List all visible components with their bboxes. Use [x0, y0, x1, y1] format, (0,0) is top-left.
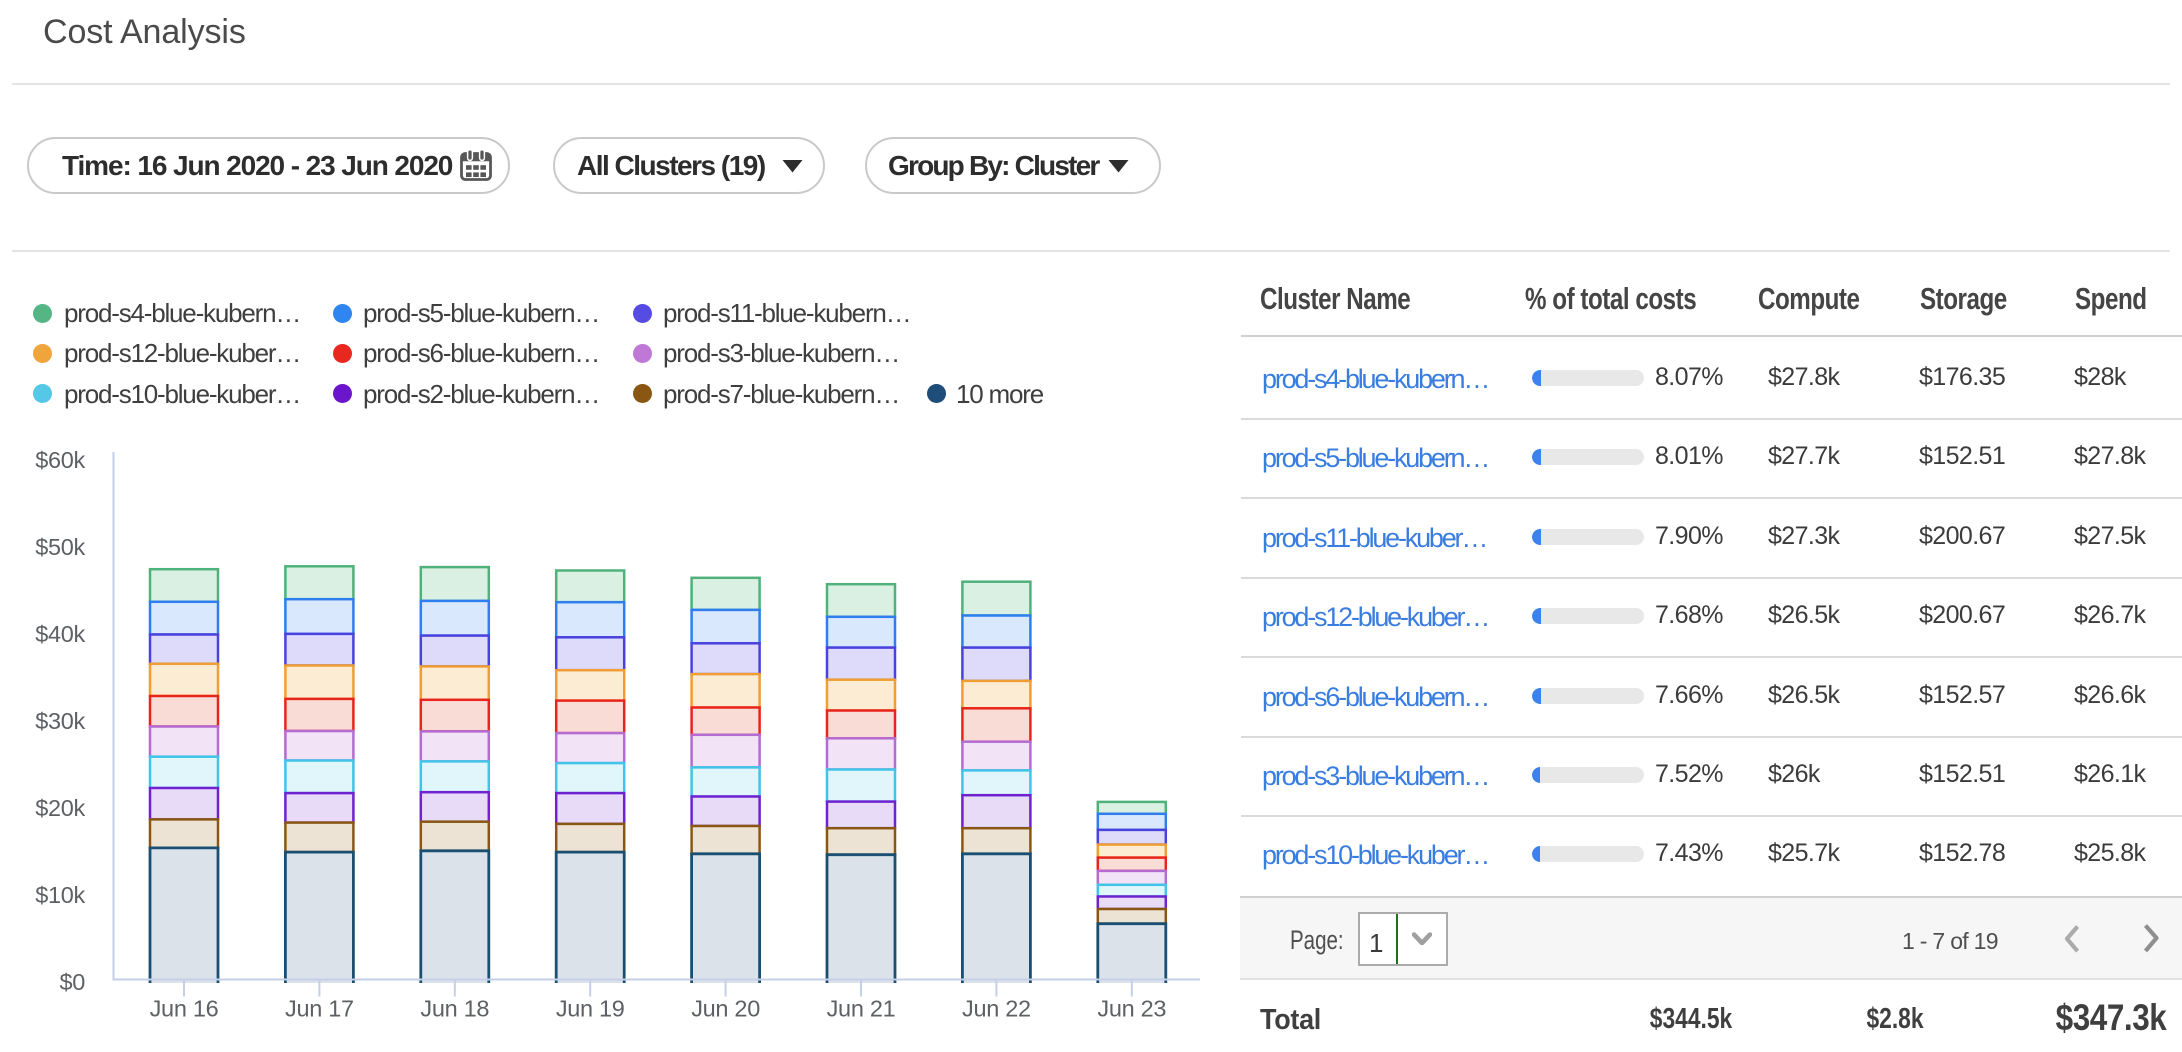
svg-text:Jun 20: Jun 20 — [691, 996, 760, 1022]
svg-text:$40k: $40k — [35, 621, 85, 647]
svg-text:Jun 17: Jun 17 — [285, 996, 354, 1022]
svg-text:Jun 21: Jun 21 — [827, 996, 896, 1022]
svg-text:$30k: $30k — [35, 708, 85, 734]
svg-text:$20k: $20k — [35, 795, 85, 821]
svg-text:Jun 22: Jun 22 — [962, 996, 1031, 1022]
svg-text:Jun 19: Jun 19 — [556, 996, 625, 1022]
svg-text:$60k: $60k — [35, 447, 85, 473]
svg-text:$10k: $10k — [35, 882, 85, 908]
svg-text:Jun 18: Jun 18 — [420, 996, 489, 1022]
svg-text:Jun 23: Jun 23 — [1097, 996, 1166, 1022]
svg-text:$50k: $50k — [35, 534, 85, 560]
svg-text:Jun 16: Jun 16 — [150, 996, 219, 1022]
svg-text:$0: $0 — [59, 969, 85, 995]
